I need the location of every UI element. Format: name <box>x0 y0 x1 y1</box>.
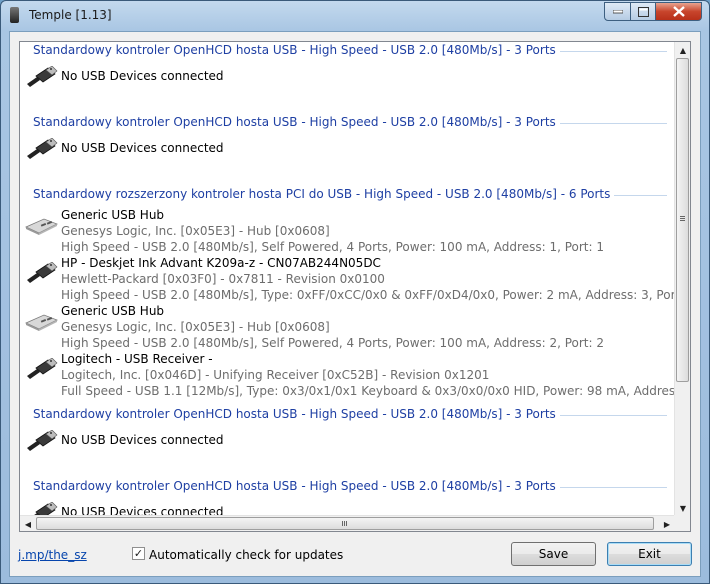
usb-hub-icon <box>24 214 58 236</box>
scrollbar-corner <box>674 515 690 531</box>
usb-plug-icon <box>24 261 58 284</box>
device-details: Full Speed - USB 1.1 [12Mb/s], Type: 0x3… <box>61 384 675 398</box>
auto-check-checkbox[interactable]: ✓ <box>132 547 145 560</box>
usb-plug-icon <box>24 65 58 88</box>
controller-header: Standardowy kontroler OpenHCD hosta USB … <box>20 406 675 422</box>
close-button[interactable] <box>655 2 702 21</box>
device-list-content: Standardowy kontroler OpenHCD hosta USB … <box>20 42 675 516</box>
device-details: High Speed - USB 2.0 [480Mb/s], Type: 0x… <box>61 288 675 302</box>
empty-port-row: No USB Devices connected <box>20 429 675 452</box>
website-link[interactable]: j.mp/the_sz <box>18 548 87 562</box>
no-devices-label: No USB Devices connected <box>61 141 224 155</box>
auto-check-label: Automatically check for updates <box>149 548 344 562</box>
save-button[interactable]: Save <box>511 542 596 566</box>
no-devices-label: No USB Devices connected <box>61 69 224 83</box>
usb-plug-icon <box>24 501 58 516</box>
device-name: Generic USB Hub <box>61 208 165 222</box>
usb-hub-icon <box>24 310 58 332</box>
device-entry[interactable]: Generic USB Hub Genesys Logic, Inc. [0x0… <box>20 208 675 256</box>
vertical-scrollbar[interactable]: ▲ ▼ <box>674 42 690 516</box>
usb-plug-icon <box>24 357 58 380</box>
title-bar[interactable]: Temple [1.13] <box>1 1 709 31</box>
device-entry[interactable]: Logitech - USB Receiver - Logitech, Inc.… <box>20 352 675 400</box>
window-title: Temple [1.13] <box>29 8 112 22</box>
device-vendor: Logitech, Inc. [0x046D] - Unifying Recei… <box>61 368 490 382</box>
app-window: Temple [1.13] Standardowy kontroler Open… <box>0 0 710 584</box>
maximize-icon <box>637 6 649 17</box>
close-icon <box>672 6 685 17</box>
empty-port-row: No USB Devices connected <box>20 65 675 88</box>
no-devices-label: No USB Devices connected <box>61 433 224 447</box>
usb-plug-icon <box>24 429 58 452</box>
scroll-left-icon[interactable]: ◀ <box>20 516 36 531</box>
horizontal-scrollbar[interactable]: ◀ ▶ <box>20 515 675 531</box>
minimize-icon <box>612 9 623 13</box>
checkmark-icon: ✓ <box>133 547 144 560</box>
maximize-button[interactable] <box>630 2 656 21</box>
minimize-button[interactable] <box>604 2 631 21</box>
main-panel: Standardowy kontroler OpenHCD hosta USB … <box>9 31 701 577</box>
controller-header-label: Standardowy kontroler OpenHCD hosta USB … <box>33 43 560 57</box>
controller-header-label: Standardowy kontroler OpenHCD hosta USB … <box>33 115 560 129</box>
horizontal-scroll-thumb[interactable] <box>36 517 654 530</box>
empty-port-row: No USB Devices connected <box>20 137 675 160</box>
device-entry[interactable]: Generic USB Hub Genesys Logic, Inc. [0x0… <box>20 304 675 352</box>
device-name: Generic USB Hub <box>61 304 165 318</box>
device-details: High Speed - USB 2.0 [480Mb/s], Self Pow… <box>61 240 604 254</box>
scroll-up-icon[interactable]: ▲ <box>675 42 690 58</box>
vertical-scroll-thumb[interactable] <box>676 58 689 382</box>
device-vendor: Genesys Logic, Inc. [0x05E3] - Hub [0x06… <box>61 224 330 238</box>
device-details: High Speed - USB 2.0 [480Mb/s], Self Pow… <box>61 336 604 350</box>
exit-button[interactable]: Exit <box>607 542 692 566</box>
controller-header-label: Standardowy kontroler OpenHCD hosta USB … <box>33 479 560 493</box>
controller-header-label: Standardowy rozszerzony kontroler hosta … <box>33 187 615 201</box>
device-vendor: Hewlett-Packard [0x03F0] - 0x7811 - Revi… <box>61 272 385 286</box>
device-vendor: Genesys Logic, Inc. [0x05E3] - Hub [0x06… <box>61 320 330 334</box>
device-name: Logitech - USB Receiver - <box>61 352 213 366</box>
controller-header-label: Standardowy kontroler OpenHCD hosta USB … <box>33 407 560 421</box>
scroll-down-icon[interactable]: ▼ <box>675 500 690 516</box>
usb-plug-icon <box>24 137 58 160</box>
scroll-right-icon[interactable]: ▶ <box>659 516 675 531</box>
controller-header: Standardowy rozszerzony kontroler hosta … <box>20 186 675 202</box>
usb-device-list[interactable]: Standardowy kontroler OpenHCD hosta USB … <box>19 41 691 532</box>
controller-header: Standardowy kontroler OpenHCD hosta USB … <box>20 478 675 494</box>
usb-app-icon <box>10 7 19 23</box>
controller-header: Standardowy kontroler OpenHCD hosta USB … <box>20 42 675 58</box>
controller-header: Standardowy kontroler OpenHCD hosta USB … <box>20 114 675 130</box>
device-entry[interactable]: HP - Deskjet Ink Advant K209a-z - CN07AB… <box>20 256 675 304</box>
device-name: HP - Deskjet Ink Advant K209a-z - CN07AB… <box>61 256 381 270</box>
